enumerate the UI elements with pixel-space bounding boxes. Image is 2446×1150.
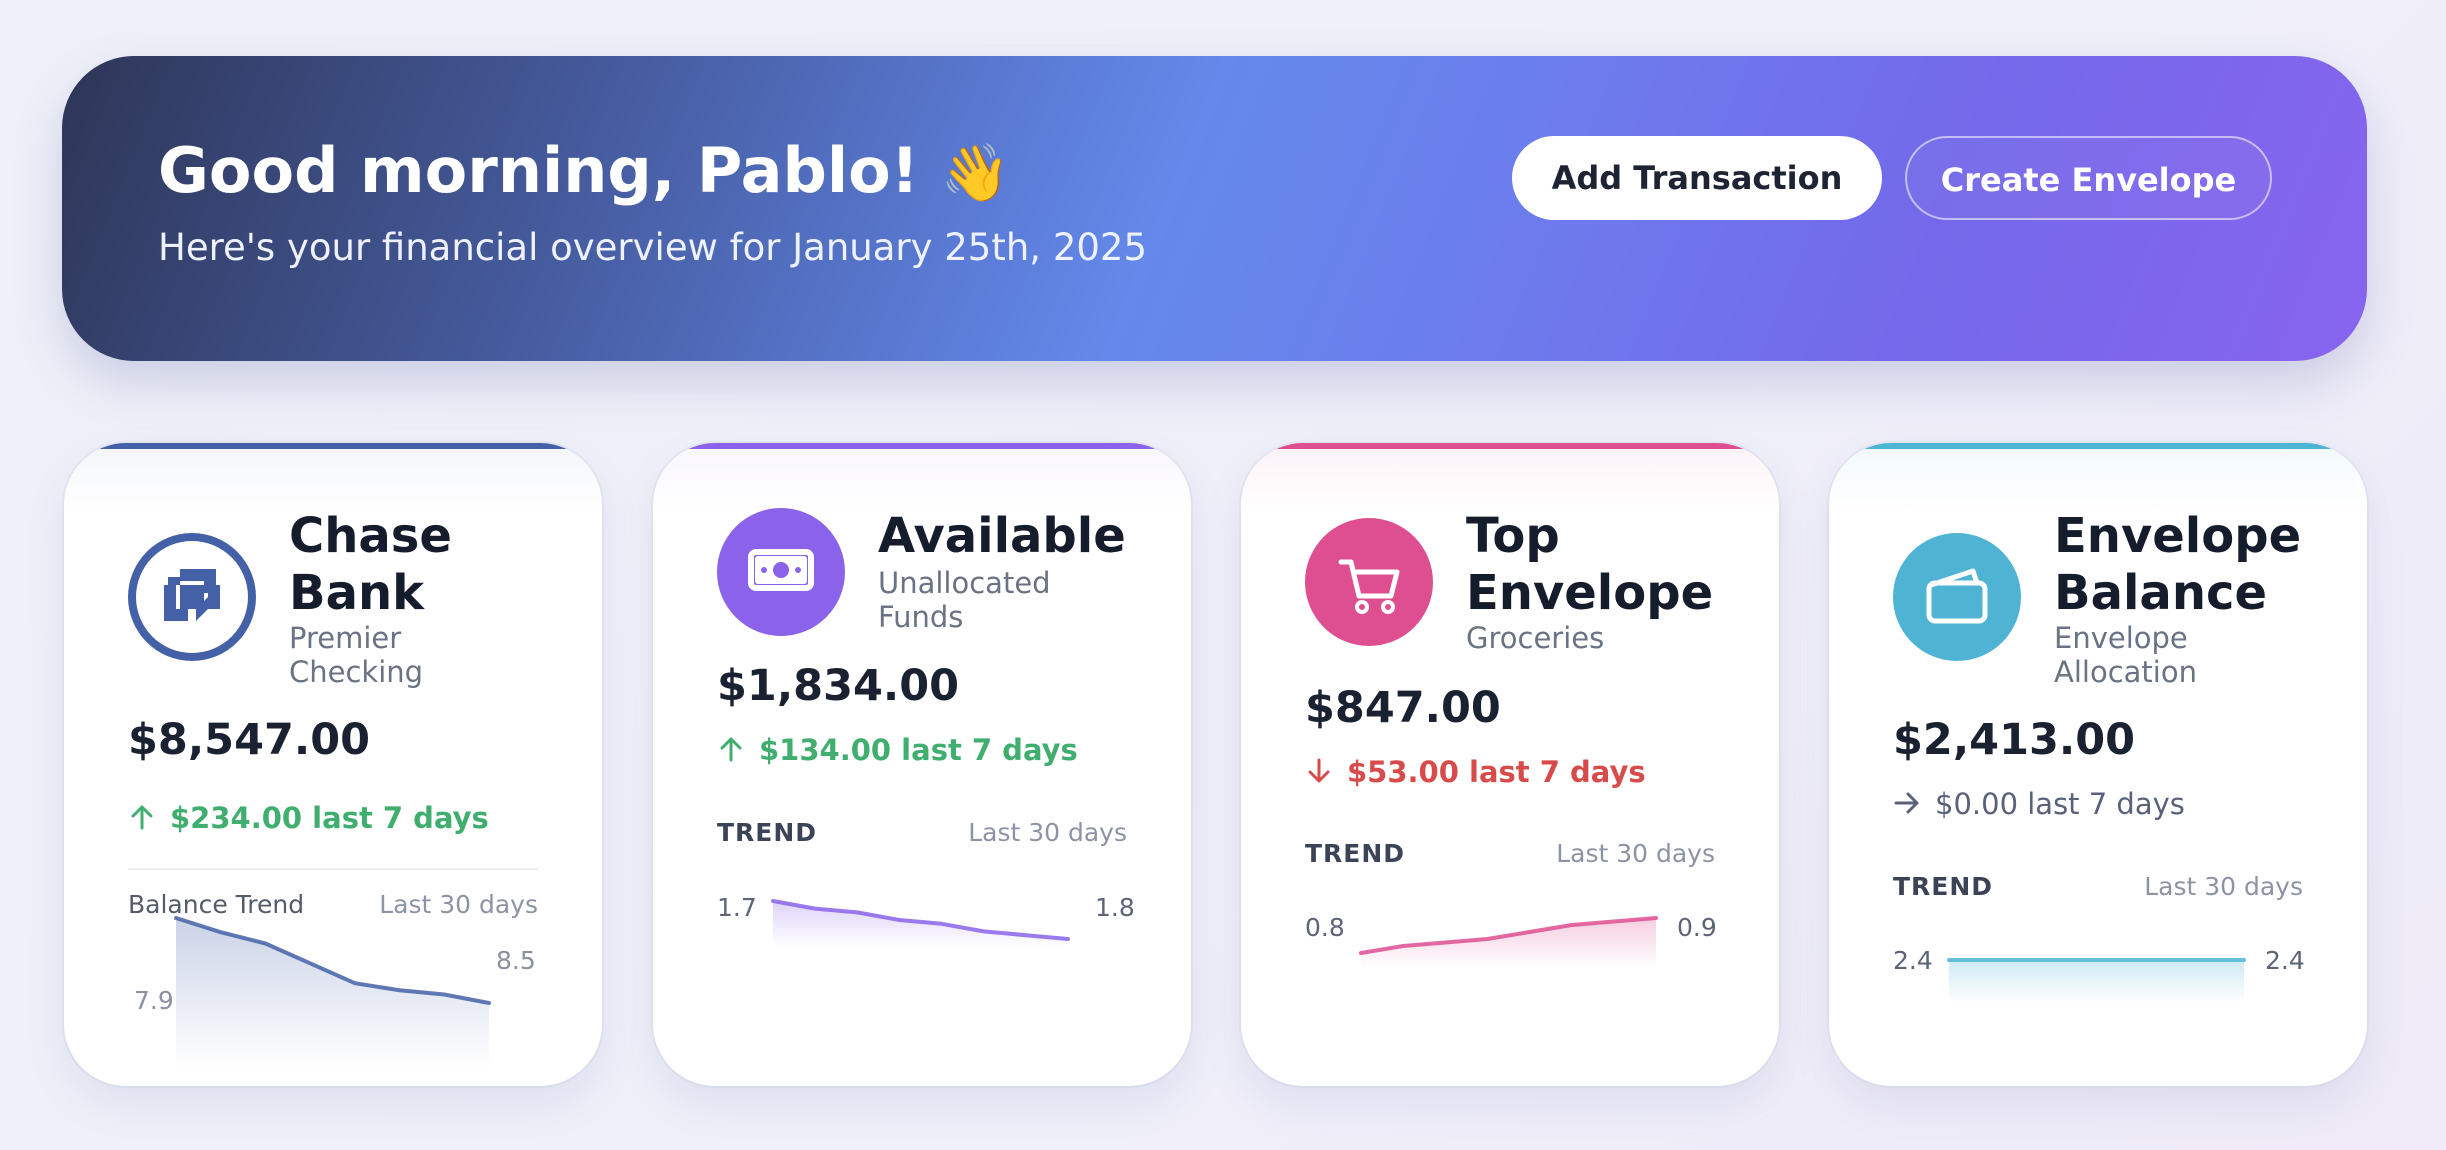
balance-trend-sparkline [174, 916, 491, 1068]
waving-hand-icon: 👋 [940, 141, 1011, 206]
welcome-banner: Good morning, Pablo! 👋 Here's your finan… [62, 56, 2367, 361]
add-transaction-button[interactable]: Add Transaction [1512, 136, 1882, 220]
overview-subtitle: Here's your financial overview for Janua… [158, 226, 1147, 269]
card-available[interactable]: Available Unallocated Funds $1,834.00 $1… [653, 443, 1191, 1086]
sparkline-area [1361, 918, 1656, 968]
card-top-envelope[interactable]: Top Envelope Groceries $847.00 $53.00 la… [1241, 443, 1779, 1086]
trend-sparkline [1359, 916, 1658, 968]
card-chase-bank[interactable]: Chase Bank Premier Checking $8,547.00 $2… [64, 443, 602, 1086]
greeting-heading: Good morning, Pablo! 👋 [158, 134, 1011, 207]
sparkline-area [1949, 960, 2244, 1003]
create-envelope-button[interactable]: Create Envelope [1905, 136, 2272, 220]
trend-sparkline [1947, 958, 2246, 1003]
card-envelope-balance[interactable]: Envelope Balance Envelope Allocation $2,… [1829, 443, 2367, 1086]
trend-sparkline [771, 899, 1070, 948]
